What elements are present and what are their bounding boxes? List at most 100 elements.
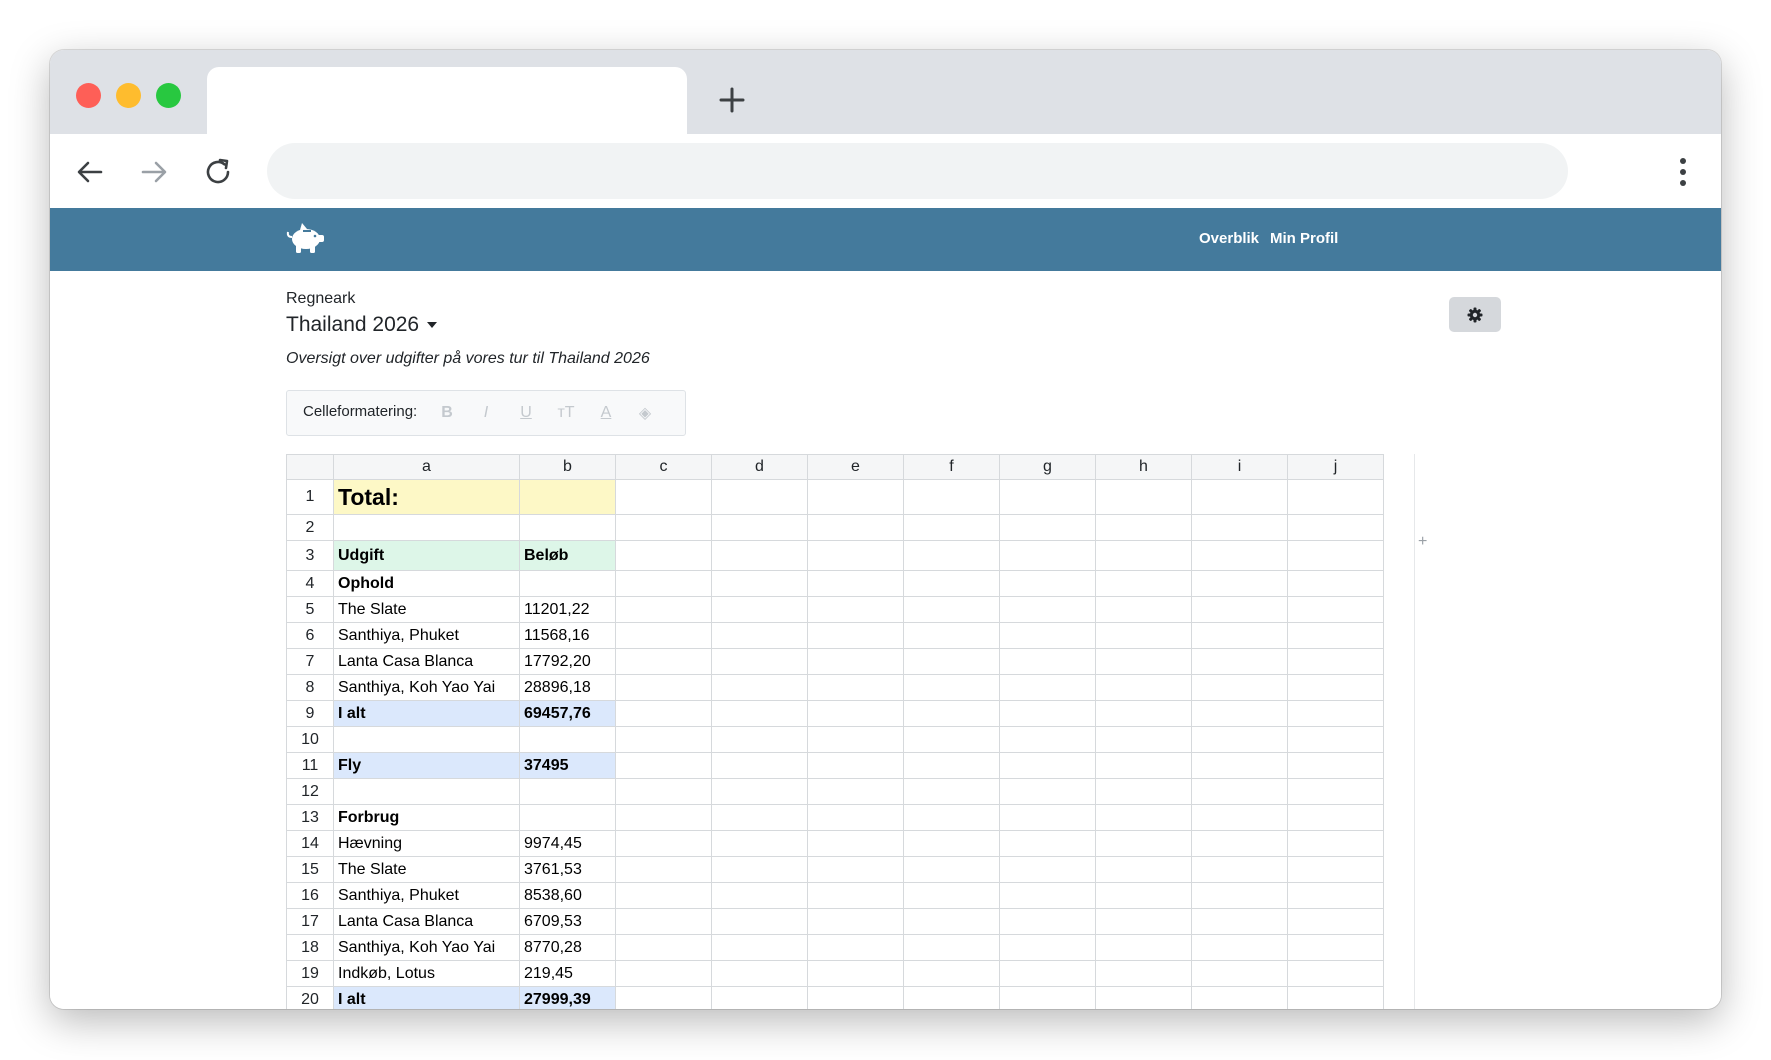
minimize-window-button[interactable]: [116, 83, 141, 108]
close-window-button[interactable]: [76, 83, 101, 108]
reload-icon[interactable]: [198, 152, 238, 192]
cell-j12[interactable]: [1287, 778, 1384, 805]
cell-j9[interactable]: [1287, 700, 1384, 727]
cell-e2[interactable]: [807, 514, 904, 541]
cell-e13[interactable]: [807, 804, 904, 831]
cell-d15[interactable]: [711, 856, 808, 883]
cell-i20[interactable]: [1191, 986, 1288, 1009]
cell-a11[interactable]: Fly: [333, 752, 520, 779]
cell-f18[interactable]: [903, 934, 1000, 961]
cell-d19[interactable]: [711, 960, 808, 987]
cell-c14[interactable]: [615, 830, 712, 857]
cell-d16[interactable]: [711, 882, 808, 909]
row-header[interactable]: 15: [286, 856, 334, 883]
cell-e3[interactable]: [807, 540, 904, 571]
row-header[interactable]: 14: [286, 830, 334, 857]
italic-button[interactable]: I: [474, 400, 498, 426]
cell-f9[interactable]: [903, 700, 1000, 727]
cell-g17[interactable]: [999, 908, 1096, 935]
cell-a8[interactable]: Santhiya, Koh Yao Yai: [333, 674, 520, 701]
cell-c15[interactable]: [615, 856, 712, 883]
cell-h12[interactable]: [1095, 778, 1192, 805]
cell-j7[interactable]: [1287, 648, 1384, 675]
cell-f19[interactable]: [903, 960, 1000, 987]
cell-g9[interactable]: [999, 700, 1096, 727]
cell-i19[interactable]: [1191, 960, 1288, 987]
cell-b15[interactable]: 3761,53: [519, 856, 616, 883]
cell-c11[interactable]: [615, 752, 712, 779]
cell-h8[interactable]: [1095, 674, 1192, 701]
cell-f2[interactable]: [903, 514, 1000, 541]
cell-e15[interactable]: [807, 856, 904, 883]
cell-g10[interactable]: [999, 726, 1096, 753]
cell-c16[interactable]: [615, 882, 712, 909]
cell-b4[interactable]: [519, 570, 616, 597]
cell-f1[interactable]: [903, 479, 1000, 515]
cell-f10[interactable]: [903, 726, 1000, 753]
column-header-h[interactable]: h: [1095, 454, 1192, 480]
cell-c13[interactable]: [615, 804, 712, 831]
cell-i17[interactable]: [1191, 908, 1288, 935]
cell-e10[interactable]: [807, 726, 904, 753]
column-header-f[interactable]: f: [903, 454, 1000, 480]
cell-f16[interactable]: [903, 882, 1000, 909]
cell-d4[interactable]: [711, 570, 808, 597]
cell-d8[interactable]: [711, 674, 808, 701]
nav-link-overview[interactable]: Overblik: [1199, 230, 1259, 247]
grid-corner[interactable]: [286, 454, 334, 480]
cell-g8[interactable]: [999, 674, 1096, 701]
cell-i6[interactable]: [1191, 622, 1288, 649]
cell-j1[interactable]: [1287, 479, 1384, 515]
cell-c1[interactable]: [615, 479, 712, 515]
cell-j5[interactable]: [1287, 596, 1384, 623]
cell-h9[interactable]: [1095, 700, 1192, 727]
cell-g16[interactable]: [999, 882, 1096, 909]
cell-i15[interactable]: [1191, 856, 1288, 883]
cell-h20[interactable]: [1095, 986, 1192, 1009]
cell-a15[interactable]: The Slate: [333, 856, 520, 883]
cell-g11[interactable]: [999, 752, 1096, 779]
row-header[interactable]: 19: [286, 960, 334, 987]
cell-e9[interactable]: [807, 700, 904, 727]
cell-e12[interactable]: [807, 778, 904, 805]
text-size-button[interactable]: тT: [554, 400, 578, 426]
cell-b13[interactable]: [519, 804, 616, 831]
cell-b14[interactable]: 9974,45: [519, 830, 616, 857]
cell-i11[interactable]: [1191, 752, 1288, 779]
cell-b12[interactable]: [519, 778, 616, 805]
cell-d14[interactable]: [711, 830, 808, 857]
cell-d9[interactable]: [711, 700, 808, 727]
row-header[interactable]: 8: [286, 674, 334, 701]
cell-i10[interactable]: [1191, 726, 1288, 753]
cell-d2[interactable]: [711, 514, 808, 541]
column-header-d[interactable]: d: [711, 454, 808, 480]
cell-c18[interactable]: [615, 934, 712, 961]
cell-h13[interactable]: [1095, 804, 1192, 831]
row-header[interactable]: 2: [286, 514, 334, 541]
cell-f3[interactable]: [903, 540, 1000, 571]
column-header-c[interactable]: c: [615, 454, 712, 480]
cell-e6[interactable]: [807, 622, 904, 649]
add-column-button[interactable]: +: [1418, 533, 1427, 551]
cell-j3[interactable]: [1287, 540, 1384, 571]
cell-h11[interactable]: [1095, 752, 1192, 779]
cell-j14[interactable]: [1287, 830, 1384, 857]
cell-j2[interactable]: [1287, 514, 1384, 541]
arrow-left-icon[interactable]: [70, 152, 110, 192]
cell-c2[interactable]: [615, 514, 712, 541]
cell-h14[interactable]: [1095, 830, 1192, 857]
cell-j16[interactable]: [1287, 882, 1384, 909]
cell-h4[interactable]: [1095, 570, 1192, 597]
cell-i4[interactable]: [1191, 570, 1288, 597]
cell-j15[interactable]: [1287, 856, 1384, 883]
cell-g6[interactable]: [999, 622, 1096, 649]
cell-b18[interactable]: 8770,28: [519, 934, 616, 961]
cell-j10[interactable]: [1287, 726, 1384, 753]
cell-a19[interactable]: Indkøb, Lotus: [333, 960, 520, 987]
cell-b11[interactable]: 37495: [519, 752, 616, 779]
cell-g2[interactable]: [999, 514, 1096, 541]
row-header[interactable]: 3: [286, 540, 334, 571]
row-header[interactable]: 17: [286, 908, 334, 935]
cell-g18[interactable]: [999, 934, 1096, 961]
cell-e4[interactable]: [807, 570, 904, 597]
